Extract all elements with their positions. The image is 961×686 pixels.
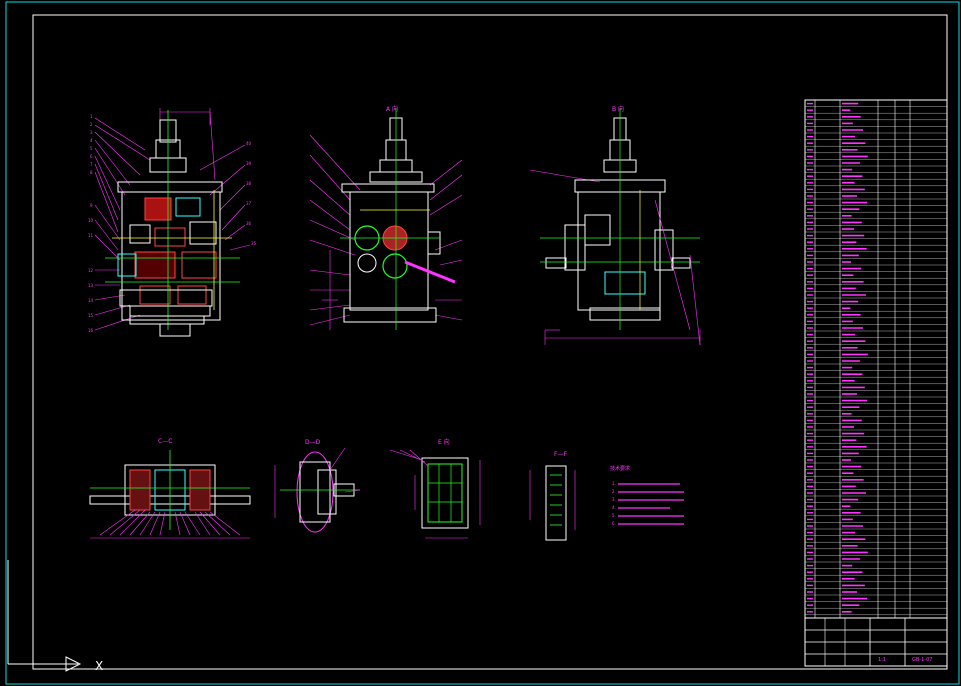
svg-text:4: 4 xyxy=(90,138,93,143)
cad-drawing-canvas[interactable]: 123 456 789 101112 131415 16 403938 3736… xyxy=(0,0,961,686)
ucs-x-label: X xyxy=(95,659,103,673)
note-line: 1. xyxy=(612,481,616,486)
svg-text:14: 14 xyxy=(88,298,94,303)
ucs-icon: X xyxy=(7,560,103,673)
view-b-label: B 向 xyxy=(612,105,624,113)
svg-text:9: 9 xyxy=(90,203,93,208)
svg-text:15: 15 xyxy=(88,313,94,318)
note-line: 3. xyxy=(612,497,616,502)
notes-title: 技术要求 xyxy=(610,465,630,472)
svg-text:6: 6 xyxy=(90,154,93,159)
parts-list-table xyxy=(804,99,948,619)
note-line: 5. xyxy=(612,513,616,518)
svg-text:8: 8 xyxy=(90,170,93,175)
svg-text:40: 40 xyxy=(246,141,252,146)
view-a[interactable]: A 向 xyxy=(309,105,463,330)
view-d[interactable]: D—D xyxy=(274,439,361,533)
drawing-number: GB-1-07 xyxy=(912,657,932,663)
svg-text:3: 3 xyxy=(90,130,93,135)
view-e[interactable]: E 向 xyxy=(389,438,481,539)
view-f[interactable]: F—F xyxy=(529,451,576,541)
svg-text:36: 36 xyxy=(246,221,252,226)
svg-text:16: 16 xyxy=(88,328,94,333)
svg-text:1: 1 xyxy=(90,114,93,119)
technical-notes: 技术要求 1. 2. 3. 4. 5. 6. xyxy=(610,465,684,526)
view-d-label: D—D xyxy=(305,439,321,446)
svg-text:35: 35 xyxy=(251,241,257,246)
svg-text:11: 11 xyxy=(88,233,94,238)
view-b[interactable]: B 向 xyxy=(529,105,701,346)
main-sectional-view[interactable]: 123 456 789 101112 131415 16 403938 3736… xyxy=(88,108,257,337)
svg-text:7: 7 xyxy=(90,162,93,167)
view-f-label: F—F xyxy=(554,451,567,458)
drawing-scale: 1:1 xyxy=(878,657,886,663)
svg-text:12: 12 xyxy=(88,268,94,273)
svg-text:5: 5 xyxy=(90,146,93,151)
title-block: GB-1-07 1:1 xyxy=(804,617,948,667)
svg-text:39: 39 xyxy=(246,161,252,166)
svg-text:37: 37 xyxy=(246,201,252,206)
note-line: 4. xyxy=(612,505,616,510)
svg-text:13: 13 xyxy=(88,283,94,288)
note-line: 6. xyxy=(612,521,616,526)
view-e-label: E 向 xyxy=(438,438,450,446)
view-c-label: C—C xyxy=(158,438,172,445)
view-c[interactable]: C—C xyxy=(89,438,251,539)
svg-text:2: 2 xyxy=(90,122,93,127)
svg-text:38: 38 xyxy=(246,181,252,186)
svg-text:10: 10 xyxy=(88,218,94,223)
note-line: 2. xyxy=(612,489,616,494)
